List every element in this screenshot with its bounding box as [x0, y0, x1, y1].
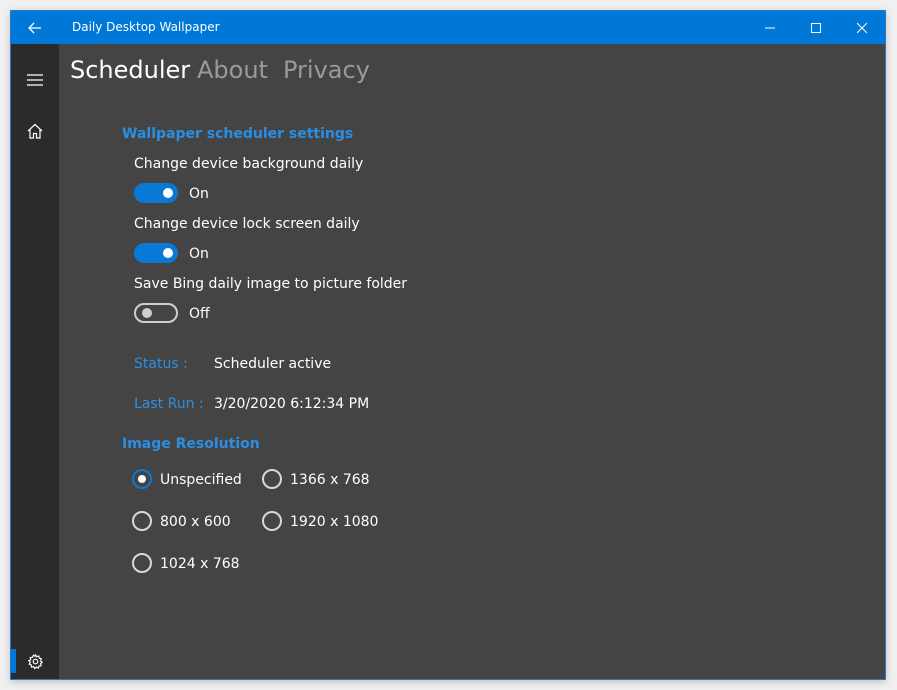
tab-privacy[interactable]: Privacy [283, 56, 370, 84]
toggle-knob [163, 248, 173, 258]
close-icon [857, 22, 867, 33]
toggle-knob [142, 308, 152, 318]
radio-800x600-label[interactable]: 800 x 600 [160, 514, 231, 530]
close-button[interactable] [839, 11, 885, 44]
radio-1024x768-label[interactable]: 1024 x 768 [160, 556, 240, 572]
radio-800x600[interactable] [132, 511, 152, 531]
home-icon [27, 123, 43, 139]
background-daily-label: Change device background daily [134, 156, 364, 172]
minimize-button[interactable] [747, 11, 793, 44]
lockscreen-daily-toggle[interactable] [134, 243, 178, 263]
radio-1920x1080-label[interactable]: 1920 x 1080 [290, 514, 378, 530]
minimize-icon [765, 27, 775, 28]
tab-scheduler[interactable]: Scheduler [70, 56, 190, 84]
last-run-key: Last Run : [134, 396, 204, 412]
resolution-section-title: Image Resolution [122, 436, 260, 452]
radio-dot [138, 475, 146, 483]
nav-item-settings[interactable] [11, 641, 59, 681]
status-key: Status : [134, 356, 188, 372]
hamburger-menu-button[interactable] [11, 60, 59, 100]
content-area: Scheduler About Privacy Wallpaper schedu… [59, 44, 885, 679]
toggle-knob [163, 188, 173, 198]
nav-item-home[interactable] [11, 111, 59, 151]
save-image-label: Save Bing daily image to picture folder [134, 276, 408, 292]
status-value: Scheduler active [214, 356, 332, 372]
last-run-value: 3/20/2020 6:12:34 PM [214, 396, 370, 412]
back-button[interactable] [11, 11, 59, 44]
maximize-icon [811, 22, 821, 33]
tab-about[interactable]: About [197, 56, 268, 84]
window-title: Daily Desktop Wallpaper [72, 20, 220, 34]
title-bar: Daily Desktop Wallpaper [11, 11, 885, 44]
radio-unspecified[interactable] [132, 469, 152, 489]
radio-unspecified-label[interactable]: Unspecified [160, 472, 242, 488]
gear-icon [27, 652, 43, 669]
lockscreen-daily-label: Change device lock screen daily [134, 216, 360, 232]
background-daily-state: On [189, 186, 209, 202]
lockscreen-daily-state: On [189, 246, 209, 262]
save-image-state: Off [189, 306, 210, 322]
background-daily-toggle[interactable] [134, 183, 178, 203]
maximize-button[interactable] [793, 11, 839, 44]
radio-1366x768-label[interactable]: 1366 x 768 [290, 472, 370, 488]
radio-1920x1080[interactable] [262, 511, 282, 531]
nav-pane [11, 44, 59, 679]
scheduler-section-title: Wallpaper scheduler settings [122, 126, 354, 142]
app-window: Daily Desktop Wallpaper Scheduler About … [11, 11, 885, 679]
hamburger-icon [27, 74, 43, 86]
save-image-toggle[interactable] [134, 303, 178, 323]
back-arrow-icon [28, 22, 41, 33]
radio-1024x768[interactable] [132, 553, 152, 573]
radio-1366x768[interactable] [262, 469, 282, 489]
